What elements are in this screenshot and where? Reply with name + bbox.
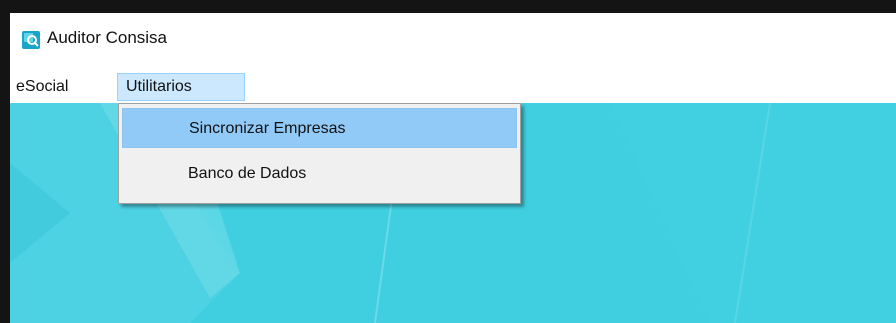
menu-bar: eSocial Utilitarios xyxy=(10,73,896,103)
menu-esocial[interactable]: eSocial xyxy=(10,73,74,101)
utilitarios-dropdown-menu: Sincronizar Empresas Banco de Dados xyxy=(118,103,521,204)
menu-item-sincronizar-empresas[interactable]: Sincronizar Empresas xyxy=(122,108,517,148)
menu-utilitarios[interactable]: Utilitarios xyxy=(117,73,245,101)
app-logo-icon xyxy=(22,31,40,49)
menu-item-banco-de-dados[interactable]: Banco de Dados xyxy=(122,154,517,194)
window-title: Auditor Consisa xyxy=(47,28,168,47)
app-window: Auditor Consisa eSocial Utilitarios Sinc… xyxy=(10,13,896,323)
screen-frame: Auditor Consisa eSocial Utilitarios Sinc… xyxy=(0,0,896,323)
title-bar[interactable]: Auditor Consisa xyxy=(10,13,896,65)
